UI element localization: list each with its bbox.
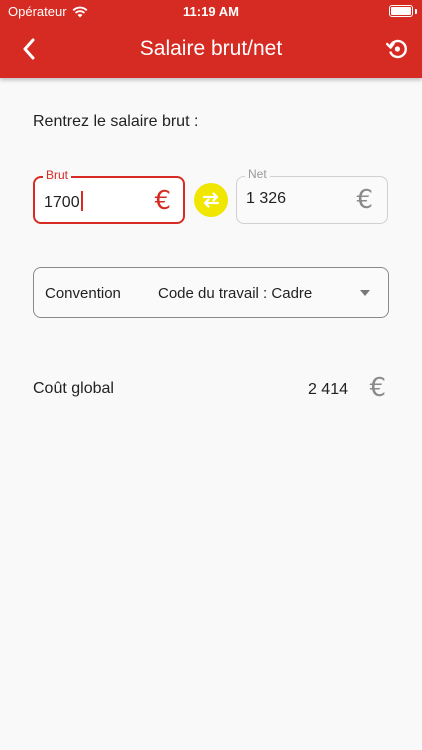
app-header: Opérateur 11:19 AM Salaire brut/net bbox=[0, 0, 422, 78]
net-euro-icon: € bbox=[356, 185, 373, 215]
total-cost-label: Coût global bbox=[33, 380, 114, 397]
input-prompt: Rentrez le salaire brut : bbox=[33, 113, 199, 130]
brut-euro-icon: € bbox=[154, 186, 171, 216]
brut-field-label: Brut bbox=[43, 168, 72, 182]
convention-label: Convention bbox=[45, 285, 121, 302]
nav-bar: Salaire brut/net bbox=[0, 24, 422, 78]
brut-salary-input[interactable]: 1700 bbox=[44, 191, 83, 212]
page-title: Salaire brut/net bbox=[139, 37, 283, 60]
dropdown-arrow-icon bbox=[360, 290, 370, 296]
convention-value: Code du travail : Cadre bbox=[158, 285, 313, 302]
reset-button[interactable] bbox=[382, 34, 412, 64]
text-caret bbox=[80, 191, 83, 211]
net-salary-field[interactable]: Net 1 326 € bbox=[236, 167, 388, 224]
history-reset-icon bbox=[386, 39, 407, 59]
net-salary-value: 1 326 bbox=[246, 190, 287, 207]
battery-icon bbox=[389, 5, 413, 17]
status-time: 11:19 AM bbox=[183, 4, 239, 19]
swap-arrows-icon bbox=[202, 192, 220, 208]
net-field-label: Net bbox=[245, 167, 270, 181]
total-cost-value: 2 414 bbox=[307, 381, 348, 398]
brut-salary-field[interactable]: Brut 1700 € bbox=[33, 168, 185, 224]
brut-salary-value: 1700 bbox=[44, 194, 80, 211]
battery-tip bbox=[415, 9, 417, 14]
convention-select[interactable]: Convention Code du travail : Cadre bbox=[33, 267, 389, 318]
status-bar: Opérateur 11:19 AM bbox=[0, 0, 422, 24]
swap-button[interactable] bbox=[194, 183, 228, 217]
total-euro-icon: € bbox=[369, 373, 386, 403]
